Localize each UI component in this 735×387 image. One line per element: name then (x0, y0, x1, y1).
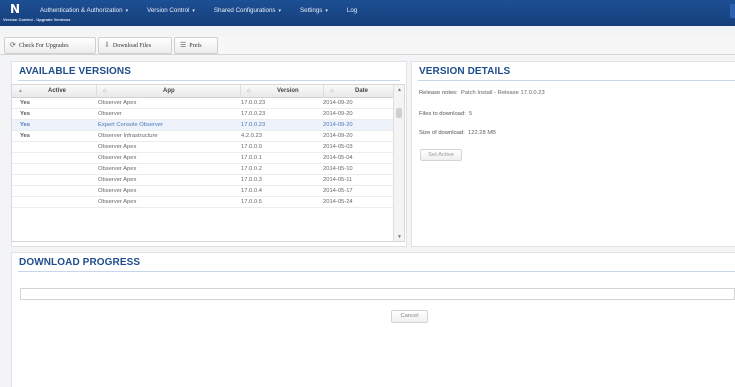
page-breadcrumb: Version Control - Upgrade Versions (3, 17, 71, 22)
nav-version-control[interactable]: Version Control ▾ (147, 5, 195, 16)
nav-log[interactable]: Log (347, 5, 357, 16)
table-row[interactable]: Observer Apex 17.0.0.3 2014-05-11 (12, 175, 395, 186)
download-progress-title: DOWNLOAD PROGRESS (19, 257, 141, 268)
chevron-down-icon: ▾ (325, 8, 328, 14)
table-header: ▲ Active ◇ App ◇ Version ◇ Date (12, 85, 395, 98)
cancel-button[interactable]: Cancel (391, 310, 428, 323)
divider (18, 80, 400, 81)
available-versions-title: AVAILABLE VERSIONS (19, 66, 131, 77)
column-header-date[interactable]: ◇ Date (324, 85, 395, 98)
download-files-button[interactable]: ⇩ Download Files (98, 37, 172, 54)
table-row[interactable]: Yes Observer Apex 17.0.0.23 2014-09-20 (12, 98, 395, 109)
top-navigation-bar: N Version Control - Upgrade Versions Aut… (0, 0, 735, 26)
column-header-app[interactable]: ◇ App (97, 85, 241, 98)
version-details-title: VERSION DETAILS (419, 66, 511, 77)
version-details-panel: VERSION DETAILS Release notes: Patch Ins… (411, 61, 735, 247)
download-progress-bar (20, 288, 735, 300)
chevron-down-icon: ▾ (278, 8, 281, 14)
toolbar: ⟳ Check For Upgrades ⇩ Download Files ☰ Pre… (0, 36, 735, 55)
table-row[interactable]: Observer Apex 17.0.0.5 2014-05-24 (12, 197, 395, 208)
chevron-down-icon: ▾ (192, 8, 195, 14)
table-row[interactable]: Observer Apex 17.0.0.1 2014-05-04 (12, 153, 395, 164)
main-nav: Authentication & Authorization ▾ Version … (40, 5, 376, 16)
scroll-down-icon[interactable]: ▼ (397, 234, 402, 240)
column-header-active[interactable]: ▲ Active (12, 85, 97, 98)
table-row[interactable]: Observer Apex 17.0.0.0 2014-05-03 (12, 142, 395, 153)
divider (18, 271, 735, 272)
release-notes: Release notes: Patch Install - Release 1… (419, 90, 545, 96)
divider (418, 80, 735, 81)
table-row[interactable]: Yes Observer 17.0.0.23 2014-09-20 (12, 109, 395, 120)
files-to-download: Files to download: 5 (419, 111, 473, 117)
check-for-upgrades-button[interactable]: ⟳ Check For Upgrades (4, 37, 96, 54)
nav-shared-configurations[interactable]: Shared Configurations ▾ (214, 5, 281, 16)
refresh-icon: ⟳ (10, 41, 16, 49)
user-menu-button[interactable] (730, 4, 735, 18)
table-scrollbar[interactable]: ▲ ▼ (393, 85, 404, 241)
table-row[interactable]: Observer Apex 17.0.0.2 2014-05-10 (12, 164, 395, 175)
sort-icon: ◇ (103, 88, 107, 94)
set-active-button[interactable]: Set Active (420, 149, 462, 161)
list-icon: ☰ (180, 41, 187, 49)
scroll-up-icon[interactable]: ▲ (397, 87, 402, 93)
chevron-down-icon: ▾ (125, 8, 129, 14)
column-header-version[interactable]: ◇ Version (241, 85, 324, 98)
nav-settings[interactable]: Settings ▾ (300, 5, 328, 16)
prefs-button[interactable]: ☰ Prefs (174, 37, 218, 54)
scrollbar-thumb[interactable] (396, 108, 402, 118)
app-logo: N (10, 2, 21, 16)
download-icon: ⇩ (104, 41, 110, 49)
sort-icon: ◇ (247, 88, 251, 94)
table-row-selected[interactable]: Yes Expert Console Observer 17.0.0.23 20… (12, 120, 395, 131)
sort-icon: ◇ (330, 88, 334, 94)
versions-table: ▲ Active ◇ App ◇ Version ◇ Date Yes Observer… (11, 84, 405, 242)
sort-asc-icon: ▲ (18, 88, 23, 94)
size-of-download: Size of download: 122.28 MB (419, 130, 497, 136)
table-row[interactable]: Yes Observer Infrastructure 4.2.0.23 201… (12, 131, 395, 142)
table-row[interactable]: Observer Apex 17.0.0.4 2014-05-17 (12, 186, 395, 197)
nav-auth[interactable]: Authentication & Authorization ▾ (40, 5, 128, 16)
download-progress-panel: DOWNLOAD PROGRESS (11, 252, 735, 387)
